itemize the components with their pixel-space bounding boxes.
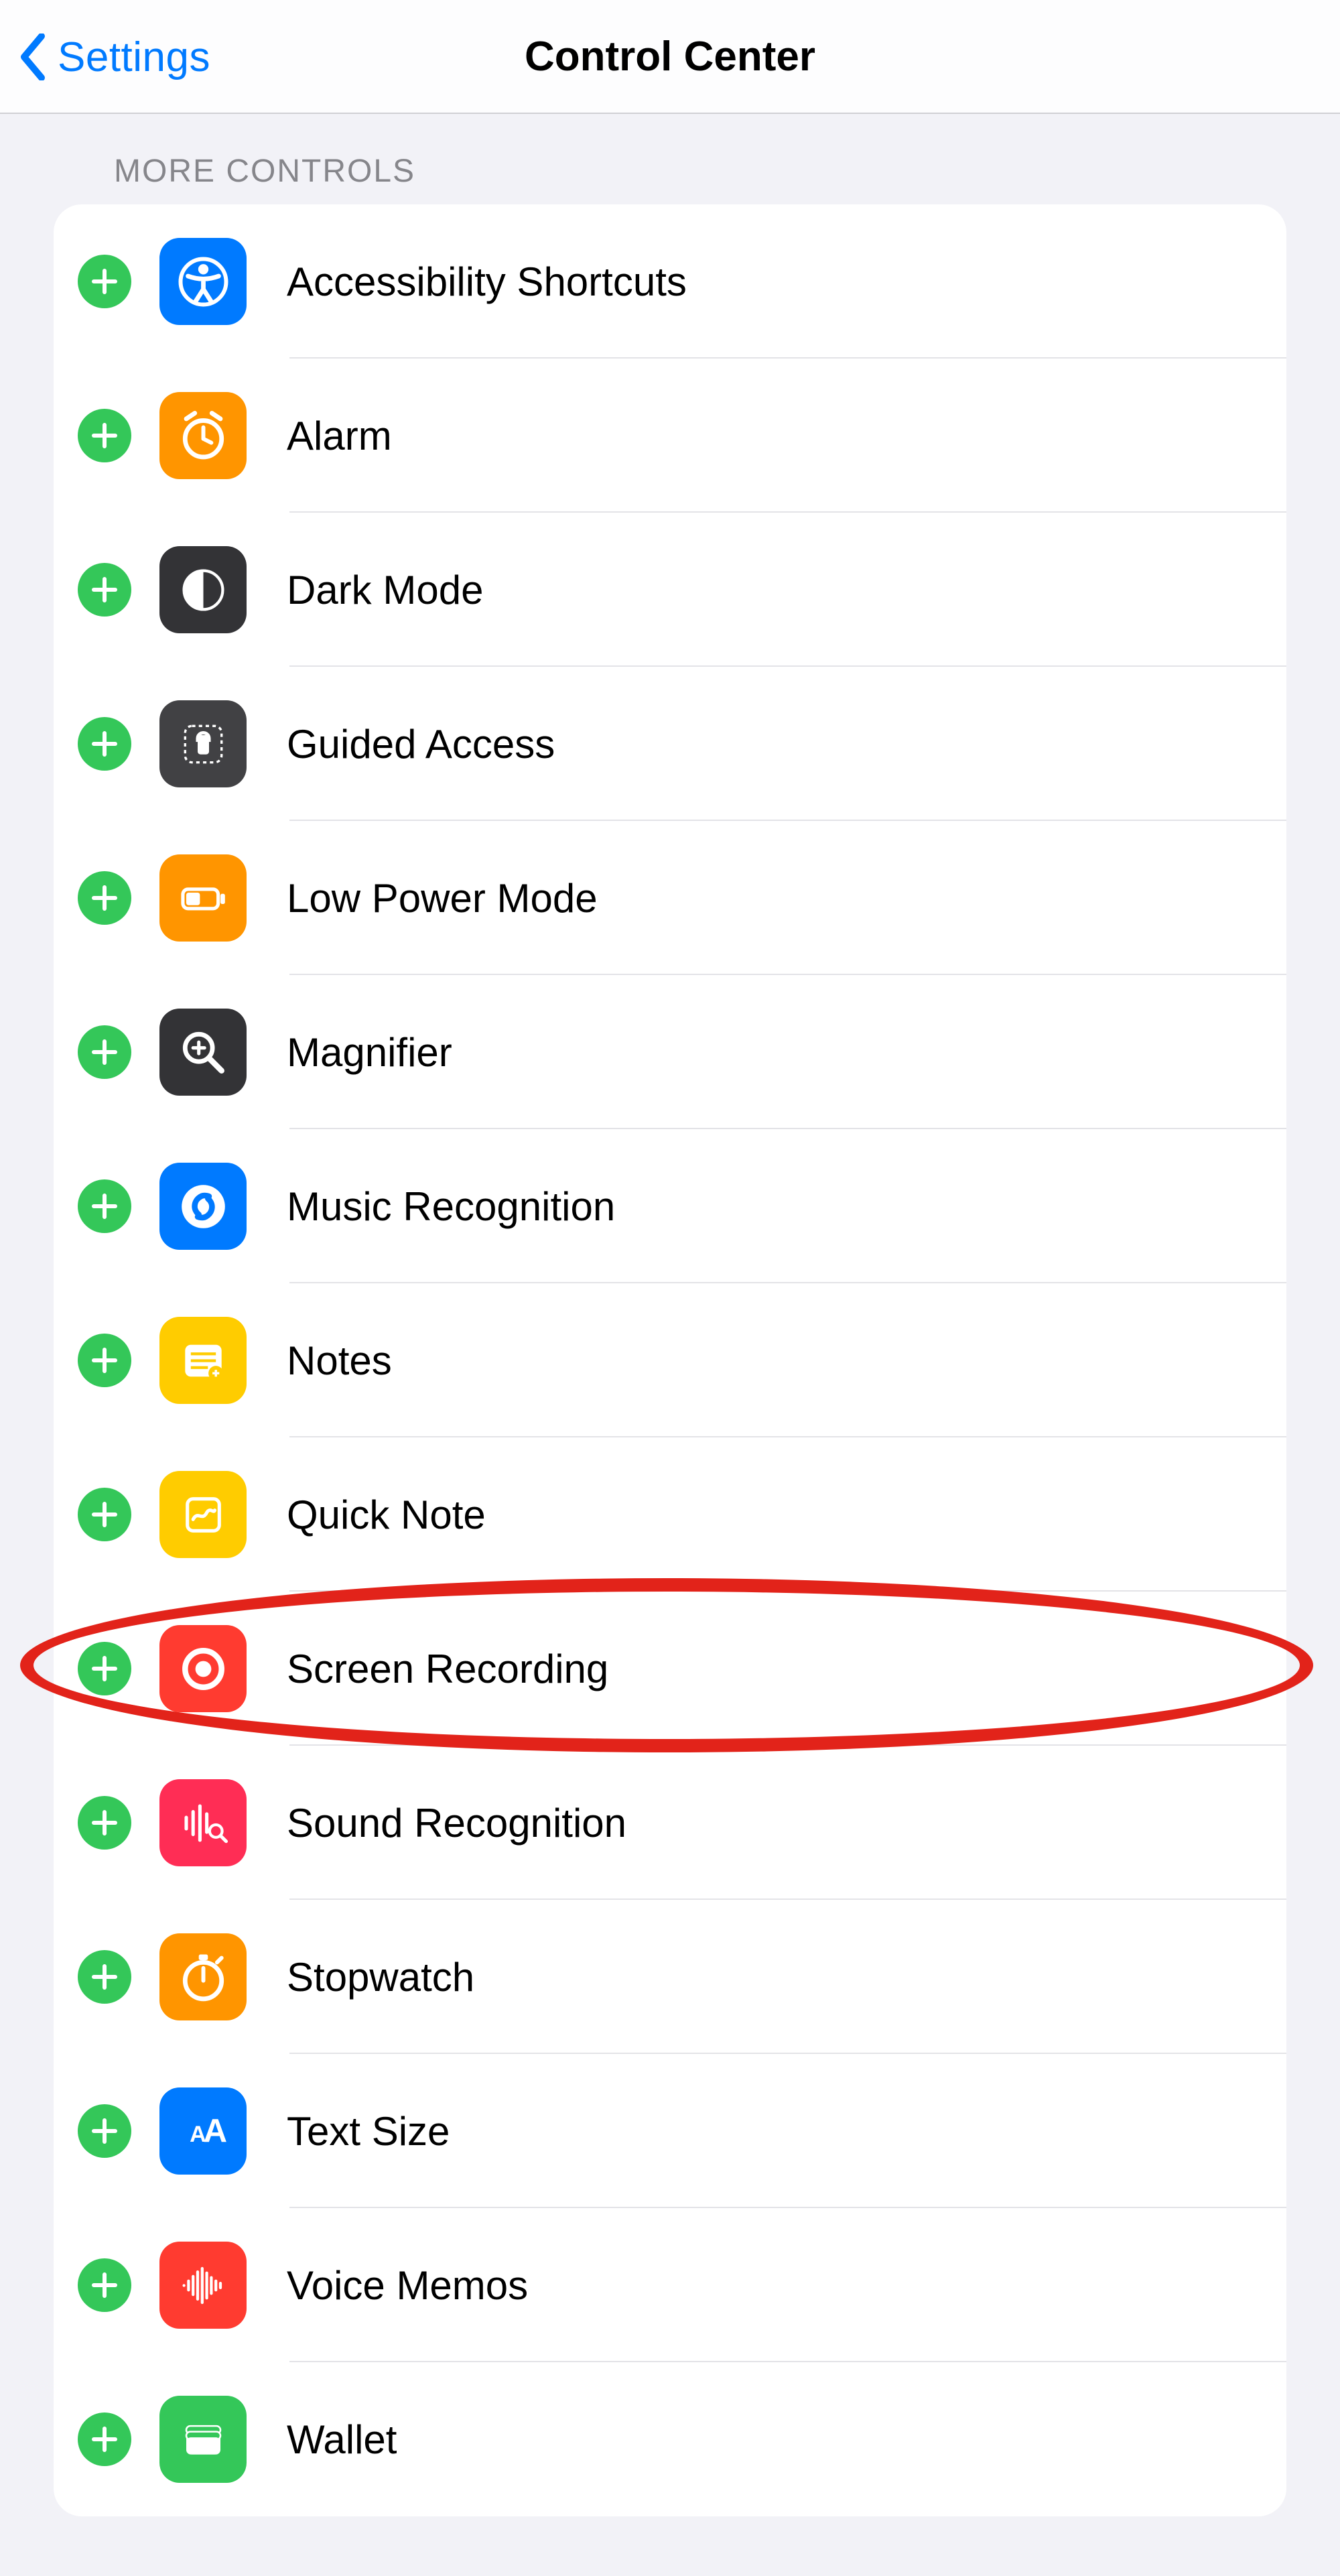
plus-icon [90, 2270, 119, 2300]
plus-icon [90, 1654, 119, 1683]
waveform-icon [159, 2242, 247, 2329]
shazam-icon [159, 1163, 247, 1250]
control-label: Voice Memos [287, 2262, 528, 2309]
add-button[interactable] [78, 1334, 131, 1387]
row-screen-recording[interactable]: Screen Recording [54, 1592, 1286, 1746]
add-button[interactable] [78, 2104, 131, 2158]
plus-icon [90, 1808, 119, 1838]
add-button[interactable] [78, 255, 131, 308]
row-stopwatch[interactable]: Stopwatch [54, 1900, 1286, 2054]
alarm-clock-icon [159, 392, 247, 479]
row-low-power-mode[interactable]: Low Power Mode [54, 821, 1286, 975]
plus-icon [90, 1037, 119, 1067]
control-label: Wallet [287, 2417, 397, 2463]
control-label: Notes [287, 1338, 392, 1384]
add-button[interactable] [78, 1488, 131, 1541]
row-music-recognition[interactable]: Music Recognition [54, 1129, 1286, 1283]
add-button[interactable] [78, 409, 131, 462]
add-button[interactable] [78, 2412, 131, 2466]
control-label: Music Recognition [287, 1183, 615, 1230]
row-text-size[interactable]: Text Size [54, 2054, 1286, 2208]
row-accessibility-shortcuts[interactable]: Accessibility Shortcuts [54, 204, 1286, 359]
back-label: Settings [58, 34, 210, 81]
waveform-search-icon [159, 1779, 247, 1866]
add-button[interactable] [78, 1796, 131, 1850]
dark-mode-icon [159, 546, 247, 633]
add-button[interactable] [78, 1179, 131, 1233]
add-button[interactable] [78, 1025, 131, 1079]
add-button[interactable] [78, 1950, 131, 2004]
plus-icon [90, 421, 119, 450]
back-button[interactable]: Settings [19, 0, 210, 114]
control-label: Low Power Mode [287, 875, 598, 921]
add-button[interactable] [78, 2258, 131, 2312]
plus-icon [90, 1192, 119, 1221]
plus-icon [90, 883, 119, 913]
chevron-left-icon [19, 34, 46, 80]
row-dark-mode[interactable]: Dark Mode [54, 513, 1286, 667]
row-alarm[interactable]: Alarm [54, 359, 1286, 513]
control-label: Accessibility Shortcuts [287, 259, 687, 305]
plus-icon [90, 1500, 119, 1529]
control-label: Guided Access [287, 721, 555, 767]
control-label: Screen Recording [287, 1646, 608, 1692]
wallet-icon [159, 2396, 247, 2483]
plus-icon [90, 267, 119, 296]
row-voice-memos[interactable]: Voice Memos [54, 2208, 1286, 2362]
control-label: Stopwatch [287, 1954, 474, 2000]
plus-icon [90, 2425, 119, 2454]
plus-icon [90, 729, 119, 759]
quick-note-icon [159, 1471, 247, 1558]
plus-icon [90, 1346, 119, 1375]
notes-add-icon [159, 1317, 247, 1404]
add-button[interactable] [78, 871, 131, 925]
stopwatch-icon [159, 1933, 247, 2020]
add-button[interactable] [78, 717, 131, 771]
row-quick-note[interactable]: Quick Note [54, 1437, 1286, 1592]
text-size-icon [159, 2087, 247, 2175]
content: MORE CONTROLS Accessibility Shortcuts Ala… [0, 114, 1340, 2516]
lock-dashed-icon [159, 700, 247, 787]
section-header: MORE CONTROLS [0, 114, 1340, 204]
plus-icon [90, 1962, 119, 1992]
control-label: Quick Note [287, 1492, 486, 1538]
add-button[interactable] [78, 1642, 131, 1695]
row-sound-recognition[interactable]: Sound Recognition [54, 1746, 1286, 1900]
plus-icon [90, 2116, 119, 2146]
accessibility-icon [159, 238, 247, 325]
plus-icon [90, 575, 119, 604]
control-label: Magnifier [287, 1029, 452, 1076]
more-controls-list: Accessibility Shortcuts Alarm Dark Mode Gui… [54, 204, 1286, 2516]
battery-low-icon [159, 854, 247, 942]
magnifying-glass-plus-icon [159, 1009, 247, 1096]
row-notes[interactable]: Notes [54, 1283, 1286, 1437]
control-label: Sound Recognition [287, 1800, 626, 1846]
control-label: Text Size [287, 2108, 450, 2154]
record-circle-icon [159, 1625, 247, 1712]
row-wallet[interactable]: Wallet [54, 2362, 1286, 2516]
navbar: Settings Control Center [0, 0, 1340, 114]
row-magnifier[interactable]: Magnifier [54, 975, 1286, 1129]
add-button[interactable] [78, 563, 131, 617]
row-guided-access[interactable]: Guided Access [54, 667, 1286, 821]
control-label: Dark Mode [287, 567, 483, 613]
control-label: Alarm [287, 413, 392, 459]
